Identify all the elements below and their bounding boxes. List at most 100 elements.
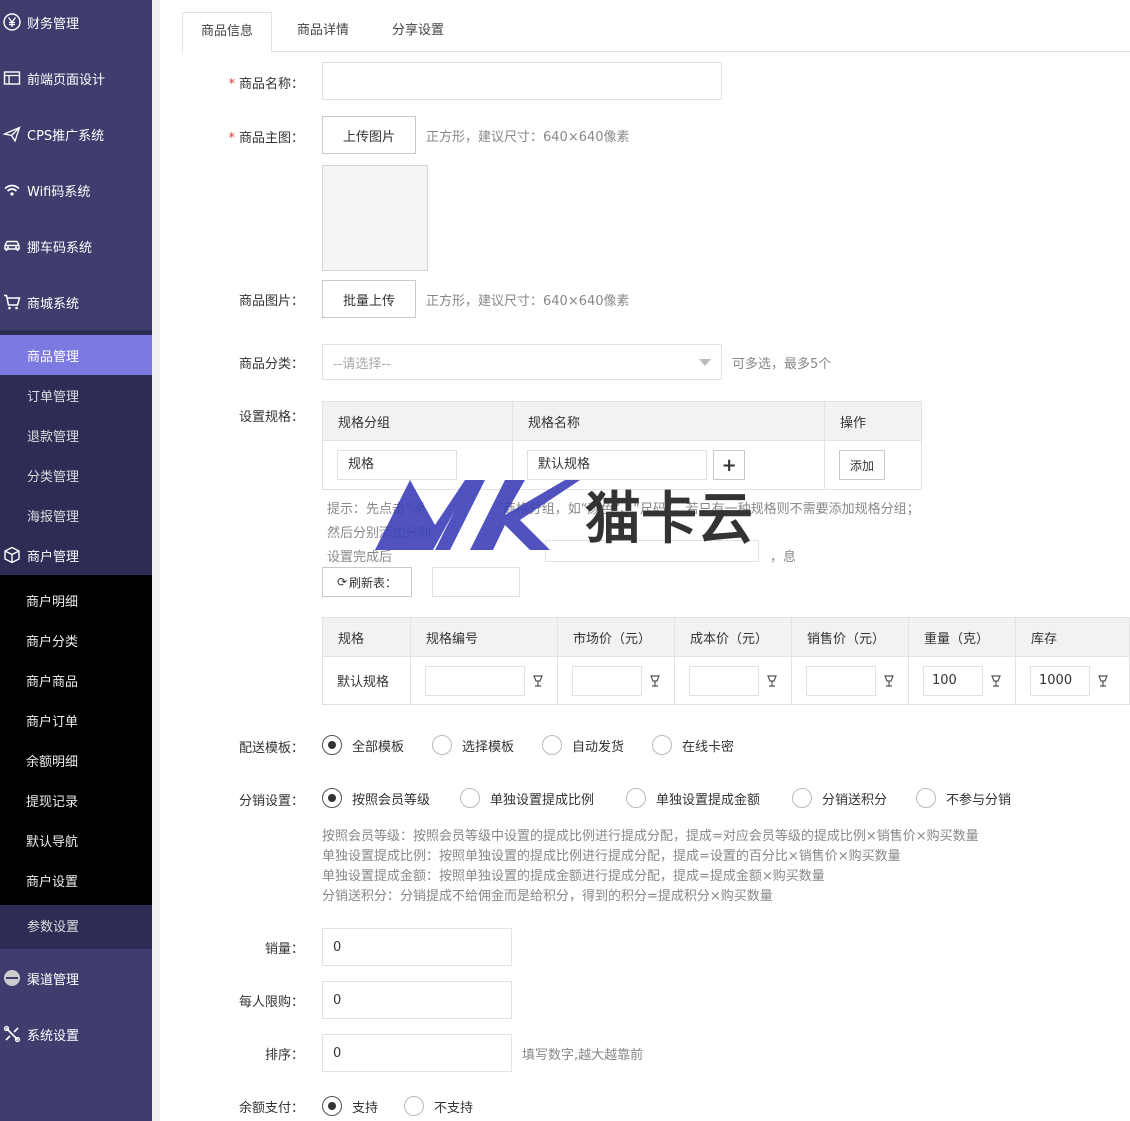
sku-header-spec: 规格 (322, 617, 411, 657)
car-icon (3, 237, 21, 255)
sidebar-item-label: 商户管理 (27, 549, 80, 565)
sidebar-item-system-settings[interactable]: 系统设置 (0, 1014, 152, 1054)
upload-image-button[interactable]: 上传图片 (322, 116, 416, 154)
sort-input[interactable]: 0 (322, 1034, 512, 1072)
required-mark: * (228, 77, 235, 92)
sidebar-item-product-management[interactable]: 商品管理 (0, 335, 152, 375)
yen-circle-icon (3, 13, 21, 31)
sidebar-item-finance[interactable]: 财务管理 (0, 2, 152, 42)
radio-dot (322, 735, 342, 755)
sidebar-item-cps[interactable]: CPS推广系统 (0, 114, 152, 154)
dist-option-points[interactable]: 分销送积分 (792, 788, 887, 808)
sku-code-input[interactable] (425, 665, 525, 696)
balance-option-support[interactable]: 支持 (322, 1096, 378, 1116)
main-image-preview[interactable] (322, 165, 428, 271)
category-select[interactable]: --请选择-- (322, 344, 722, 380)
fill-down-icon[interactable] (882, 674, 896, 688)
fill-down-icon[interactable] (989, 674, 1003, 688)
sidebar-item-default-nav[interactable]: 默认导航 (0, 820, 152, 860)
wifi-icon (3, 181, 21, 199)
sku-market-input[interactable] (572, 665, 642, 696)
radio-label: 全部模板 (352, 739, 405, 755)
sidebar-item-label: 挪车码系统 (27, 240, 93, 256)
sidebar-item-label: Wifi码系统 (27, 184, 91, 200)
spec-header-action: 操作 (824, 401, 922, 441)
sku-stock-input[interactable]: 1000 (1030, 665, 1090, 696)
caret-down-icon (699, 359, 711, 366)
sidebar-item-refunds[interactable]: 退款管理 (0, 415, 152, 455)
dist-option-amount[interactable]: 单独设置提成金额 (626, 788, 760, 808)
sidebar-item-merchant-settings[interactable]: 商户设置 (0, 860, 152, 900)
radio-label: 支持 (352, 1100, 379, 1116)
add-spec-button[interactable]: 添加 (839, 450, 885, 480)
sku-cost-input[interactable] (689, 665, 759, 696)
sidebar: 财务管理 前端页面设计 CPS推广系统 Wifi码系统 挪车码系统 商城系统 商… (0, 0, 152, 1121)
radio-dot (626, 788, 646, 808)
sidebar-item-label: 商户商品 (26, 674, 79, 690)
delivery-option-auto[interactable]: 自动发货 (542, 735, 624, 755)
sidebar-item-wifi[interactable]: Wifi码系统 (0, 170, 152, 210)
dist-option-member-level[interactable]: 按照会员等级 (322, 788, 430, 808)
sidebar-item-parking[interactable]: 挪车码系统 (0, 226, 152, 266)
tab-product-info[interactable]: 商品信息 (182, 12, 273, 53)
fill-down-icon[interactable] (765, 674, 779, 688)
fill-down-icon[interactable] (531, 674, 545, 688)
distribution-label: 分销设置： (238, 794, 304, 809)
sidebar-item-channels[interactable]: 渠道管理 (0, 958, 152, 998)
radio-label: 分销送积分 (822, 792, 888, 808)
purchase-limit-input[interactable]: 0 (322, 981, 512, 1019)
tab-product-detail[interactable]: 商品详情 (279, 12, 367, 52)
batch-upload-button[interactable]: 批量上传 (322, 280, 416, 318)
spec-group-input[interactable]: 规格 (337, 450, 457, 480)
refresh-table-button[interactable]: ⟳ 刷新表： (322, 567, 412, 597)
sidebar-item-merchant-orders[interactable]: 商户订单 (0, 700, 152, 740)
sidebar-item-mall[interactable]: 商城系统 (0, 282, 152, 322)
sidebar-item-label: 海报管理 (27, 509, 80, 525)
radio-label: 选择模板 (462, 739, 515, 755)
sidebar-item-withdrawals[interactable]: 提现记录 (0, 780, 152, 820)
sidebar-item-merchant[interactable]: 商户管理 (0, 535, 152, 575)
cart-icon (3, 293, 21, 311)
sku-spec-cell: 默认规格 (322, 656, 411, 705)
delivery-option-all[interactable]: 全部模板 (322, 735, 404, 755)
sales-input[interactable]: 0 (322, 928, 512, 966)
radio-dot (542, 735, 562, 755)
tab-share-settings[interactable]: 分享设置 (374, 12, 462, 52)
delivery-option-select[interactable]: 选择模板 (432, 735, 514, 755)
fill-down-icon[interactable] (1096, 674, 1110, 688)
sidebar-item-categories[interactable]: 分类管理 (0, 455, 152, 495)
sidebar-item-orders[interactable]: 订单管理 (0, 375, 152, 415)
sidebar-item-label: 系统设置 (27, 1028, 80, 1044)
product-name-input[interactable] (322, 62, 722, 100)
sku-weight-input[interactable]: 100 (923, 665, 983, 696)
sidebar-item-label: 提现记录 (26, 794, 79, 810)
batch-fill-input[interactable] (432, 567, 520, 597)
fill-down-icon[interactable] (648, 674, 662, 688)
radio-dot (322, 788, 342, 808)
spec-tip-line2: 然后分别添加分别 (327, 526, 432, 541)
radio-label: 自动发货 (572, 739, 625, 755)
tools-icon (3, 1025, 21, 1043)
refresh-icon: ⟳ (336, 575, 348, 589)
sidebar-item-merchant-detail[interactable]: 商户明细 (0, 580, 152, 620)
layout-icon (3, 69, 21, 87)
radio-dot (432, 735, 452, 755)
sidebar-item-merchant-products[interactable]: 商户商品 (0, 660, 152, 700)
delivery-option-card[interactable]: 在线卡密 (652, 735, 734, 755)
sidebar-item-balance-detail[interactable]: 余额明细 (0, 740, 152, 780)
sku-sale-input[interactable] (806, 665, 876, 696)
category-hint: 可多选，最多5个 (732, 357, 832, 372)
sidebar-item-frontend-design[interactable]: 前端页面设计 (0, 58, 152, 98)
sidebar-item-params[interactable]: 参数设置 (0, 905, 152, 945)
category-label: 商品分类： (238, 357, 304, 372)
plus-icon[interactable]: + (713, 450, 746, 480)
dist-option-ratio[interactable]: 单独设置提成比例 (460, 788, 594, 808)
radio-label: 按照会员等级 (352, 792, 431, 808)
spec-header-group: 规格分组 (322, 401, 513, 441)
sidebar-item-posters[interactable]: 海报管理 (0, 495, 152, 535)
sidebar-item-merchant-category[interactable]: 商户分类 (0, 620, 152, 660)
spec-name-input[interactable]: 默认规格 (527, 450, 707, 480)
balance-option-no-support[interactable]: 不支持 (404, 1096, 473, 1116)
dist-option-none[interactable]: 不参与分销 (916, 788, 1011, 808)
sku-header-sale: 销售价（元） (791, 617, 909, 657)
